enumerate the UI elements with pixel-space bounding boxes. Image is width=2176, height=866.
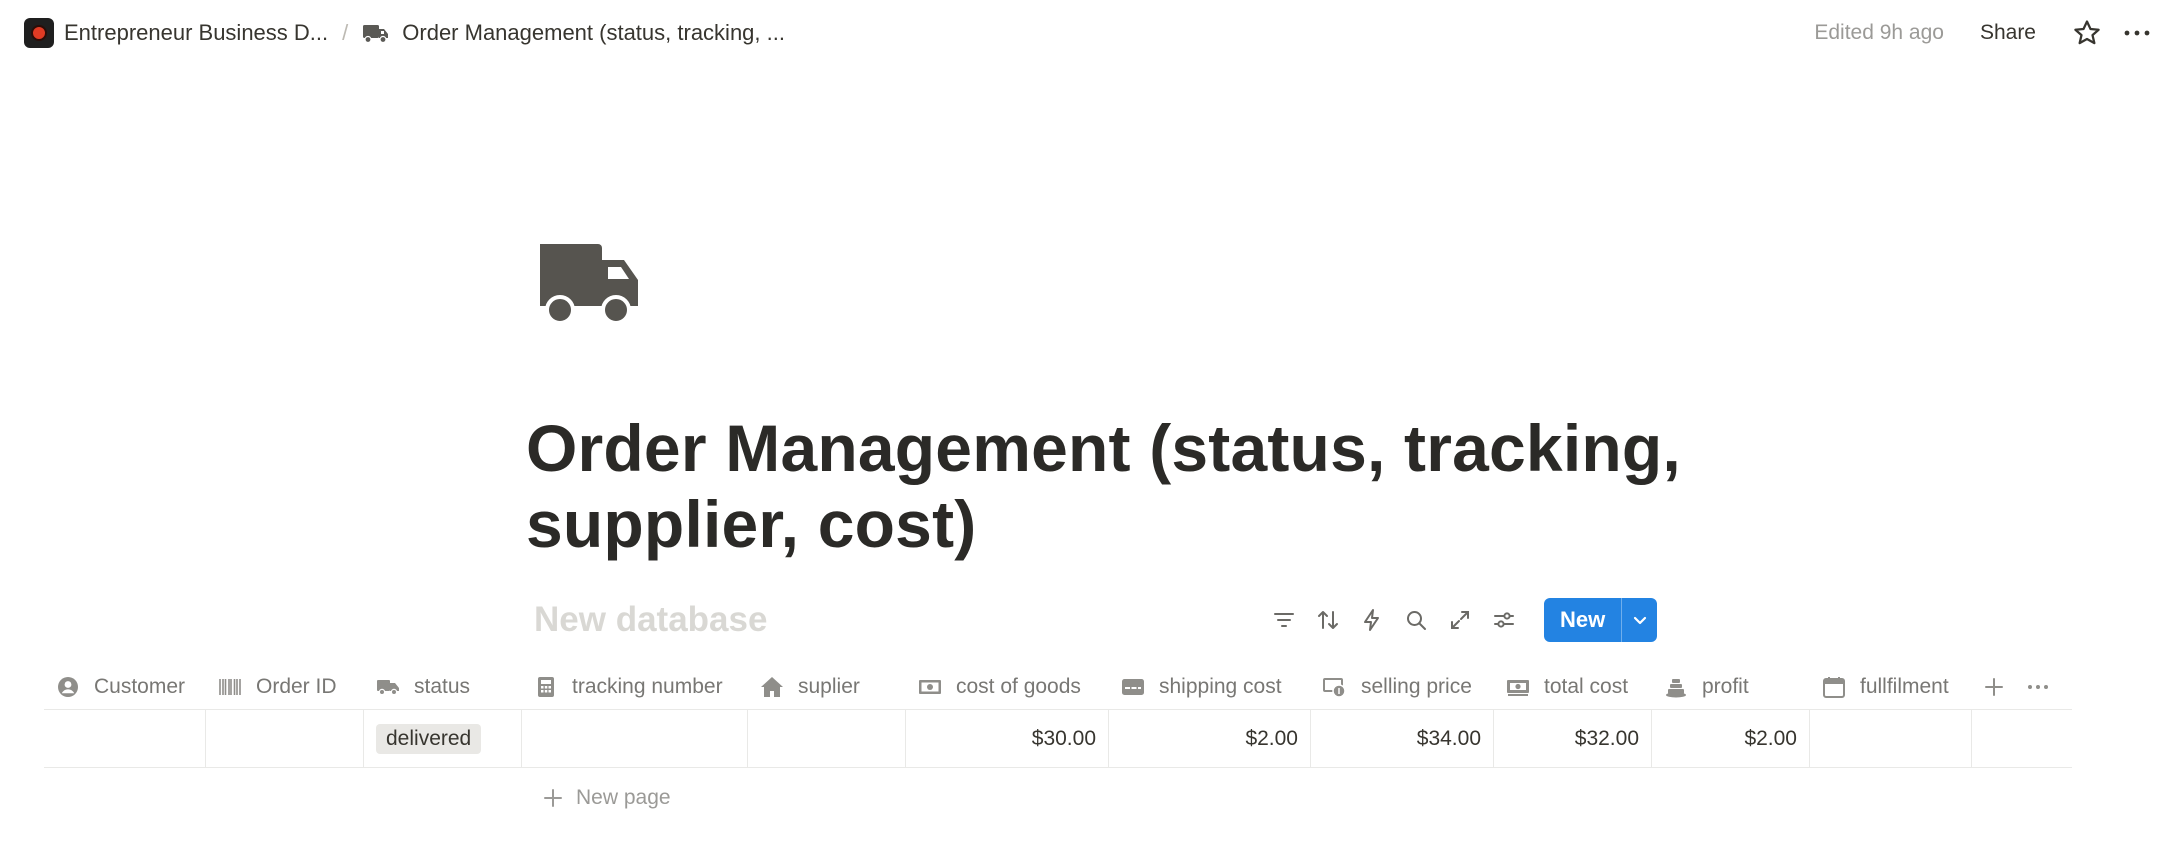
page-truck-icon[interactable] bbox=[536, 238, 640, 326]
settings-icon bbox=[1494, 612, 1514, 628]
column-label: fullfilment bbox=[1860, 674, 1949, 698]
cell-status[interactable]: delivered bbox=[364, 710, 522, 767]
column-label: cost of goods bbox=[956, 674, 1081, 698]
column-header-order-id[interactable]: Order ID bbox=[206, 664, 364, 709]
database-title[interactable]: New database bbox=[534, 600, 767, 640]
breadcrumb-workspace-label: Entrepreneur Business D... bbox=[64, 20, 329, 45]
column-header-status[interactable]: status bbox=[364, 664, 522, 709]
sort-button[interactable] bbox=[1306, 598, 1350, 642]
column-header-suplier[interactable]: suplier bbox=[748, 664, 906, 709]
column-header-fullfilment[interactable]: fullfilment bbox=[1810, 664, 1972, 709]
add-column-button[interactable] bbox=[1972, 664, 2016, 709]
calendar-icon bbox=[1823, 676, 1845, 698]
database-toolbar: New bbox=[1262, 598, 1658, 642]
cell-tracking-number[interactable] bbox=[522, 710, 748, 767]
column-label: tracking number bbox=[572, 674, 723, 698]
cell-profit[interactable]: $2.00 bbox=[1652, 710, 1810, 767]
calculator-icon bbox=[538, 676, 554, 697]
cell-total-cost[interactable]: $32.00 bbox=[1494, 710, 1652, 767]
edited-timestamp: Edited 9h ago bbox=[1814, 21, 1944, 44]
money-icon bbox=[919, 679, 941, 694]
status-badge: delivered bbox=[376, 723, 482, 754]
workspace-icon bbox=[24, 18, 54, 48]
person-icon bbox=[58, 676, 78, 697]
plus-icon bbox=[544, 789, 562, 807]
more-icon bbox=[2028, 684, 2048, 689]
column-label: selling price bbox=[1361, 674, 1472, 698]
column-header-profit[interactable]: profit bbox=[1652, 664, 1810, 709]
cell-fullfilment[interactable] bbox=[1810, 710, 1972, 767]
table-header: Customer Order ID status tracking number… bbox=[44, 664, 2072, 710]
money-stack-icon bbox=[1507, 679, 1529, 696]
column-header-tracking-number[interactable]: tracking number bbox=[522, 664, 748, 709]
automation-icon bbox=[1364, 609, 1379, 631]
column-header-total-cost[interactable]: total cost bbox=[1494, 664, 1652, 709]
cell-order-id[interactable] bbox=[206, 710, 364, 767]
card-icon bbox=[1122, 678, 1144, 695]
breadcrumb-workspace[interactable]: Entrepreneur Business D... bbox=[24, 18, 328, 48]
cell-customer[interactable] bbox=[44, 710, 206, 767]
column-label: total cost bbox=[1544, 674, 1629, 698]
plus-icon bbox=[1985, 677, 2003, 696]
expand-icon bbox=[1451, 611, 1469, 629]
column-label: suplier bbox=[798, 674, 860, 698]
column-more-button[interactable] bbox=[2016, 664, 2060, 709]
barcode-icon bbox=[219, 678, 241, 695]
column-label: shipping cost bbox=[1159, 674, 1282, 698]
column-label: Order ID bbox=[256, 674, 337, 698]
cell-suplier[interactable] bbox=[748, 710, 906, 767]
column-label: profit bbox=[1702, 674, 1749, 698]
settings-button[interactable] bbox=[1482, 598, 1526, 642]
breadcrumb-page-label: Order Management (status, tracking, ... bbox=[402, 20, 785, 45]
page-title[interactable]: Order Management (status, tracking, supp… bbox=[526, 410, 1726, 562]
cash-coin-icon bbox=[1323, 677, 1346, 698]
expand-button[interactable] bbox=[1438, 598, 1482, 642]
new-button: New bbox=[1544, 598, 1658, 642]
column-label: status bbox=[414, 674, 471, 698]
column-header-customer[interactable]: Customer bbox=[44, 664, 206, 709]
breadcrumb-separator: / bbox=[342, 20, 349, 45]
chevron-down-icon bbox=[1633, 616, 1646, 625]
truck-icon bbox=[377, 679, 399, 695]
breadcrumb-page[interactable]: Order Management (status, tracking, ... bbox=[362, 20, 785, 46]
database-table: Customer Order ID status tracking number… bbox=[44, 664, 2072, 768]
truck-icon bbox=[363, 25, 389, 44]
filter-button[interactable] bbox=[1262, 598, 1306, 642]
cell-selling-price[interactable]: $34.00 bbox=[1311, 710, 1494, 767]
automation-button[interactable] bbox=[1350, 598, 1394, 642]
filter-icon bbox=[1274, 613, 1294, 627]
more-icon[interactable] bbox=[2122, 18, 2152, 48]
new-button-label[interactable]: New bbox=[1544, 598, 1621, 642]
new-page-label: New page bbox=[576, 786, 671, 809]
column-header-cost-of-goods[interactable]: cost of goods bbox=[906, 664, 1109, 709]
column-header-selling-price[interactable]: selling price bbox=[1311, 664, 1494, 709]
new-page-button[interactable]: New page bbox=[542, 786, 671, 810]
coins-icon bbox=[1666, 678, 1686, 697]
star-icon[interactable] bbox=[2072, 18, 2102, 48]
sort-icon bbox=[1318, 611, 1338, 629]
table-row: delivered $30.00 $2.00 $34.00 $32.00 $2.… bbox=[44, 710, 2072, 768]
search-icon bbox=[1407, 611, 1426, 630]
column-label: Customer bbox=[94, 674, 186, 698]
share-button[interactable]: Share bbox=[1980, 21, 2036, 45]
home-icon bbox=[761, 676, 783, 697]
cell-shipping-cost[interactable]: $2.00 bbox=[1109, 710, 1311, 767]
cell-cost-of-goods[interactable]: $30.00 bbox=[906, 710, 1109, 767]
search-button[interactable] bbox=[1394, 598, 1438, 642]
column-header-shipping-cost[interactable]: shipping cost bbox=[1109, 664, 1311, 709]
top-bar: Entrepreneur Business D... / Order Manag… bbox=[0, 0, 2176, 66]
new-dropdown-button[interactable] bbox=[1621, 598, 1657, 642]
